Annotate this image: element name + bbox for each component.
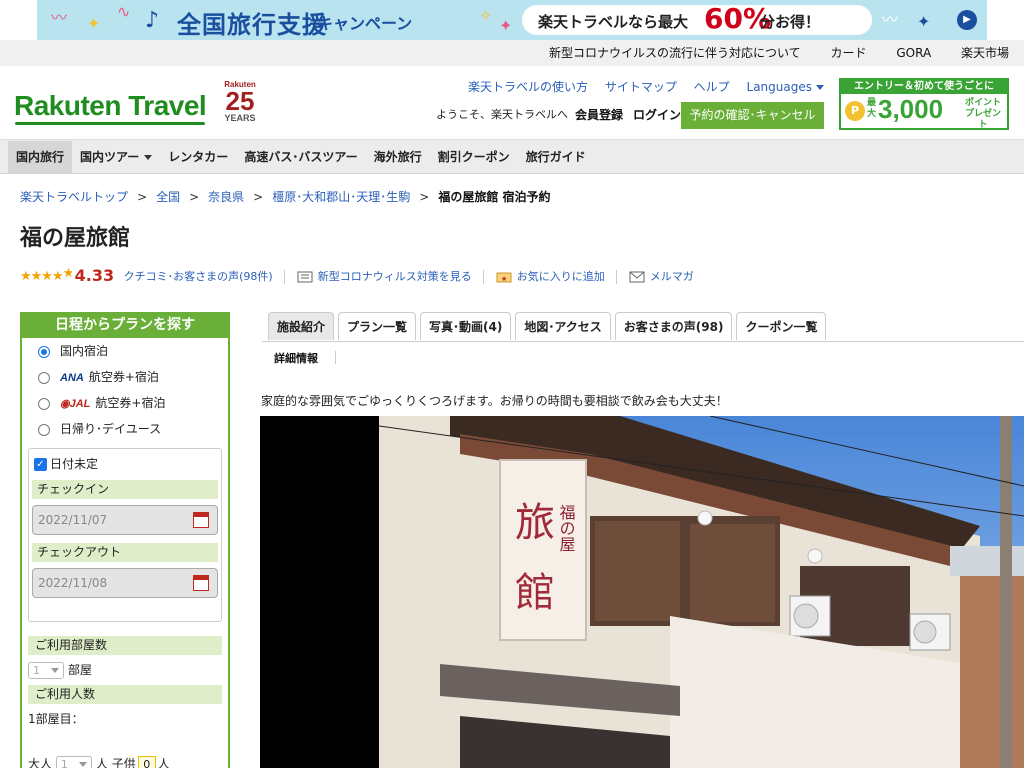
ichiba-link[interactable]: 楽天市場 bbox=[961, 46, 1009, 60]
languages-dropdown[interactable]: Languages bbox=[747, 80, 824, 94]
guests-row: 大人 1人 子供 0 人 bbox=[22, 733, 228, 768]
reservation-confirm-button[interactable]: 予約の確認･キャンセル bbox=[681, 102, 824, 129]
reviews-link[interactable]: クチコミ･お客さまの声(98件) bbox=[124, 270, 273, 283]
document-icon bbox=[297, 271, 313, 283]
review-score: 4.33 bbox=[74, 266, 115, 285]
25-years-logo: Rakuten 25 YEARS bbox=[224, 80, 256, 123]
site-header: Rakuten Travel Rakuten 25 YEARS 楽天トラベルの使… bbox=[0, 66, 1024, 140]
main-nav: 国内旅行 国内ツアー レンタカー 高速バス･バスツアー 海外旅行 割引クーポン … bbox=[0, 140, 1024, 174]
nav-bus[interactable]: 高速バス･バスツアー bbox=[236, 141, 365, 173]
header-links: 楽天トラベルの使い方 サイトマップ ヘルプ Languages bbox=[455, 78, 824, 95]
tab-photos[interactable]: 写真･動画(4) bbox=[420, 312, 512, 340]
breadcrumb-prefecture[interactable]: 奈良県 bbox=[208, 190, 244, 204]
sitemap-link[interactable]: サイトマップ bbox=[605, 80, 677, 94]
tab-overview[interactable]: 施設紹介 bbox=[268, 312, 335, 340]
campaign-banner[interactable]: 〰 ✦ ∿ ♪ 全国旅行支援 キャンペーン ✧ ✦ 楽天トラベルなら最大 60%… bbox=[37, 0, 987, 40]
date-search-panel: 日程からプランを探す 国内宿泊 ANA 航空券+宿泊 ◉JAL 航空券+宿泊 日帰り… bbox=[20, 312, 230, 768]
hotel-photo[interactable]: 福の屋 旅 館 bbox=[260, 416, 1024, 768]
jal-logo: ◉JAL bbox=[60, 398, 91, 410]
point-coin-icon: P bbox=[845, 101, 865, 121]
breadcrumb-area[interactable]: 橿原･大和郡山･天理･生駒 bbox=[272, 190, 410, 204]
child-input[interactable]: 0 bbox=[137, 755, 156, 768]
help-link[interactable]: ヘルプ bbox=[694, 80, 730, 94]
sign-text-kan: 館 bbox=[515, 570, 555, 616]
subtab-row: 詳細情報 bbox=[262, 341, 1024, 371]
tab-reviews[interactable]: お客さまの声(98) bbox=[614, 312, 733, 340]
register-link[interactable]: 会員登録 bbox=[575, 106, 623, 123]
nav-guide[interactable]: 旅行ガイド bbox=[518, 141, 594, 173]
date-undecided-checkbox[interactable]: ✓ 日付未定 bbox=[32, 455, 218, 472]
bird-icon: ♪ bbox=[145, 8, 160, 33]
rakuten-travel-logo[interactable]: Rakuten Travel bbox=[14, 90, 207, 122]
adult-select[interactable]: 1 bbox=[55, 756, 92, 768]
checkin-input[interactable]: 2022/11/07 bbox=[32, 505, 218, 535]
gora-link[interactable]: GORA bbox=[896, 46, 931, 60]
nav-coupon[interactable]: 割引クーポン bbox=[430, 141, 518, 173]
favorite-folder-icon: ★ bbox=[496, 272, 512, 283]
breadcrumb: 楽天トラベルトップ > 全国 > 奈良県 > 橿原･大和郡山･天理･生駒 > 福の屋旅館 宿泊予… bbox=[20, 190, 551, 204]
guests-label: ご利用人数 bbox=[28, 685, 222, 704]
date-box: ✓ 日付未定 チェックイン 2022/11/07 チェックアウト 2022/11/… bbox=[28, 448, 222, 622]
mailmag-link[interactable]: メルマガ bbox=[650, 270, 694, 283]
covid-measures-link[interactable]: 新型コロナウィルス対策を見る bbox=[318, 270, 472, 283]
nav-rentacar[interactable]: レンタカー bbox=[160, 141, 236, 173]
checkin-label: チェックイン bbox=[32, 480, 218, 499]
sign-text-small: 福の屋 bbox=[557, 504, 576, 552]
rating-row: ★★★★★4.33 クチコミ･お客さまの声(98件) 新型コロナウィルス対策を見… bbox=[20, 266, 694, 285]
banner-area: 〰 ✦ ∿ ♪ 全国旅行支援 キャンペーン ✧ ✦ 楽天トラベルなら最大 60%… bbox=[0, 0, 1024, 40]
option-dayuse[interactable]: 日帰り･デイユース bbox=[22, 416, 228, 442]
checkout-label: チェックアウト bbox=[32, 543, 218, 562]
radio-button[interactable] bbox=[38, 423, 50, 436]
panel-title: 日程からプランを探す bbox=[22, 312, 228, 338]
hotel-catchphrase: 家庭的な雰囲気でごゆっくりくつろげます。お帰りの時間も要相談で飲み会も大丈夫！ bbox=[261, 394, 728, 408]
breadcrumb-top[interactable]: 楽天トラベルトップ bbox=[20, 190, 128, 204]
points-promo-banner[interactable]: エントリー＆初めて使うごとに P 最大 3,000 ポイントプレゼント bbox=[839, 78, 1009, 130]
tab-map[interactable]: 地図･アクセス bbox=[515, 312, 611, 340]
option-jal-stay[interactable]: ◉JAL 航空券+宿泊 bbox=[22, 390, 228, 416]
sign-text-ryo: 旅 bbox=[515, 500, 555, 546]
login-link[interactable]: ログイン bbox=[633, 106, 681, 123]
option-ana-stay[interactable]: ANA 航空券+宿泊 bbox=[22, 364, 228, 390]
svg-text:★: ★ bbox=[501, 275, 507, 283]
top-links: 新型コロナウイルスの流行に伴う対応について カード GORA 楽天市場 bbox=[0, 40, 1024, 66]
hotel-building-image: 福の屋 旅 館 bbox=[260, 416, 1024, 768]
banner-pill: 楽天トラベルなら最大 60% 分お得！ bbox=[522, 2, 872, 35]
tab-plans[interactable]: プラン一覧 bbox=[338, 312, 417, 340]
calendar-icon[interactable] bbox=[193, 512, 209, 528]
radio-button[interactable] bbox=[38, 371, 50, 384]
hotel-tabs: 施設紹介 プラン一覧 写真･動画(4) 地図･アクセス お客さまの声(98) クーポン一覧 bbox=[268, 312, 830, 340]
logo-underline bbox=[15, 122, 205, 125]
radio-button[interactable] bbox=[38, 397, 50, 410]
checkout-input[interactable]: 2022/11/08 bbox=[32, 568, 218, 598]
ana-logo: ANA bbox=[60, 372, 84, 384]
howto-link[interactable]: 楽天トラベルの使い方 bbox=[468, 80, 588, 94]
breadcrumb-all[interactable]: 全国 bbox=[156, 190, 180, 204]
banner-campaign: キャンペーン bbox=[317, 14, 413, 33]
chevron-down-icon bbox=[144, 155, 153, 160]
add-favorite-link[interactable]: お気に入りに追加 bbox=[517, 270, 605, 283]
card-link[interactable]: カード bbox=[831, 46, 867, 60]
check-icon[interactable]: ✓ bbox=[34, 458, 47, 471]
star-rating: ★★★★★ bbox=[20, 266, 72, 284]
rooms-row: 1 部屋 bbox=[22, 655, 228, 685]
radio-selected[interactable] bbox=[38, 345, 50, 358]
page-title: 福の屋旅館 bbox=[20, 226, 131, 251]
nav-domestic-travel[interactable]: 国内旅行 bbox=[8, 141, 73, 173]
covid-notice-link[interactable]: 新型コロナウイルスの流行に伴う対応について bbox=[549, 46, 801, 60]
chevron-down-icon bbox=[816, 85, 824, 90]
tab-coupons[interactable]: クーポン一覧 bbox=[736, 312, 827, 340]
nav-overseas[interactable]: 海外旅行 bbox=[366, 141, 430, 173]
option-domestic-stay[interactable]: 国内宿泊 bbox=[22, 338, 228, 364]
rooms-label: ご利用部屋数 bbox=[28, 636, 222, 655]
room1-label: 1部屋目： bbox=[28, 712, 84, 726]
breadcrumb-current: 福の屋旅館 宿泊予約 bbox=[438, 190, 551, 204]
play-icon[interactable]: ▶ bbox=[957, 10, 977, 30]
subtab-details[interactable]: 詳細情報 bbox=[274, 350, 318, 366]
welcome-text: ようこそ、楽天トラベルへ bbox=[436, 108, 568, 121]
nav-domestic-tour[interactable]: 国内ツアー bbox=[72, 141, 160, 173]
rooms-select[interactable]: 1 bbox=[28, 662, 64, 679]
calendar-icon[interactable] bbox=[193, 575, 209, 591]
mail-icon bbox=[629, 271, 645, 283]
banner-title: 全国旅行支援 bbox=[177, 11, 327, 39]
